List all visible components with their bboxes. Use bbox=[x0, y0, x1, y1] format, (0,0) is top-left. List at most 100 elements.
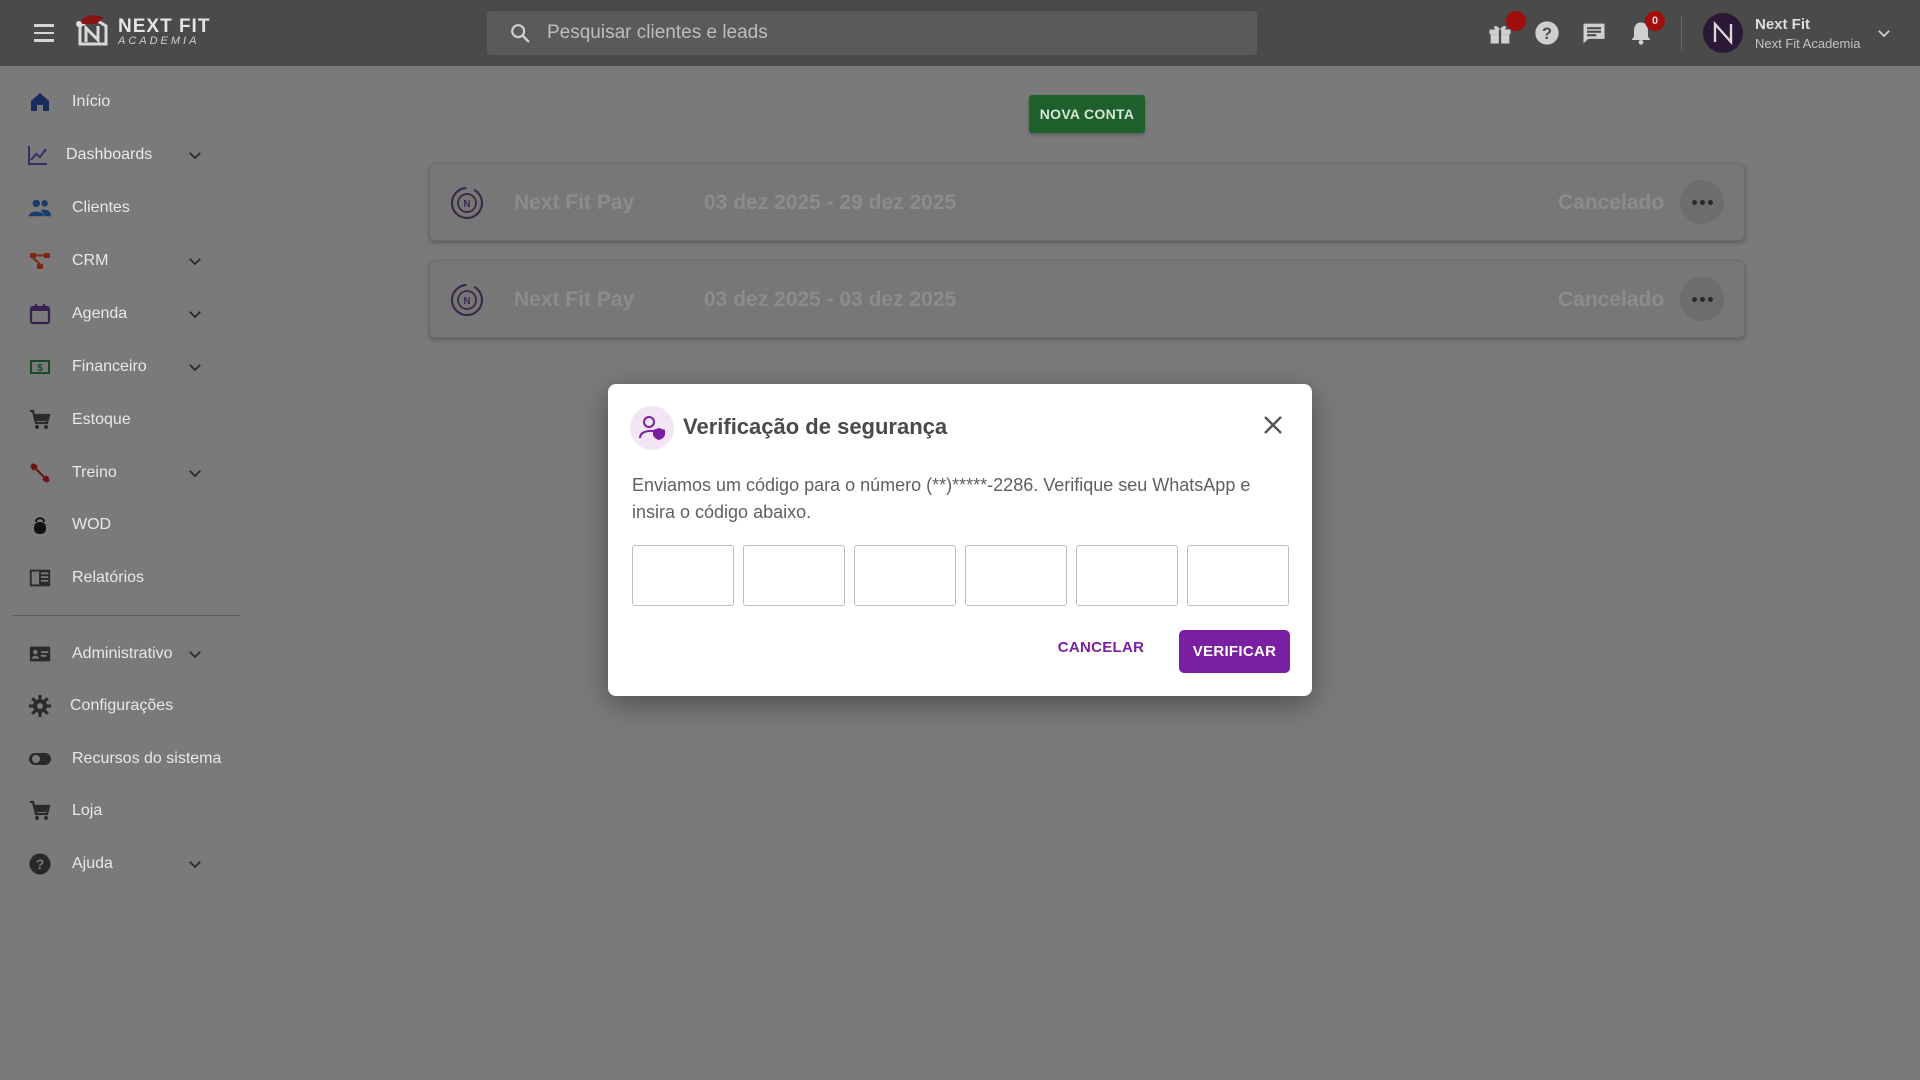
code-digit-input[interactable] bbox=[1187, 545, 1289, 606]
cart-icon bbox=[28, 408, 52, 432]
more-options-button[interactable] bbox=[1680, 277, 1724, 321]
account-card[interactable]: N Next Fit Pay 03 dez 2025 - 29 dez 2025… bbox=[429, 163, 1745, 241]
next-fit-logo-icon bbox=[74, 12, 112, 52]
code-digit-input[interactable] bbox=[965, 545, 1067, 606]
sidebar-item-label: WOD bbox=[72, 516, 112, 533]
chevron-down-icon bbox=[189, 258, 201, 266]
top-bar: NEXT FIT ACADEMIA ? 0 Next Fit Next Fit … bbox=[0, 0, 1920, 66]
logo-text: NEXT FIT bbox=[118, 16, 211, 37]
sidebar-item-administrativo[interactable]: Administrativo bbox=[0, 634, 242, 674]
search-bar[interactable] bbox=[487, 11, 1257, 55]
chart-line-icon bbox=[26, 143, 50, 167]
account-period: 03 dez 2025 - 29 dez 2025 bbox=[704, 191, 957, 214]
notification-count: 0 bbox=[1645, 11, 1665, 31]
code-digit-input[interactable] bbox=[632, 545, 734, 606]
security-verification-dialog: Verificação de segurança Enviamos um cód… bbox=[608, 384, 1312, 696]
sidebar-item-recursos-do-sistema[interactable]: Recursos do sistema bbox=[0, 739, 242, 779]
sidebar-item-label: Loja bbox=[72, 802, 103, 819]
close-icon[interactable] bbox=[1259, 411, 1287, 439]
user-name: Next Fit bbox=[1755, 15, 1811, 33]
more-options-button[interactable] bbox=[1680, 180, 1724, 224]
user-menu[interactable]: Next Fit Next Fit Academia bbox=[1703, 13, 1893, 53]
account-status: Cancelado bbox=[1558, 288, 1665, 311]
verify-button[interactable]: VERIFICAR bbox=[1179, 630, 1290, 673]
sidebar: Início Dashboards Clientes CRM Agenda $ … bbox=[0, 66, 242, 1080]
account-name: Next Fit Pay bbox=[514, 288, 635, 311]
sidebar-item-treino[interactable]: Treino bbox=[0, 453, 242, 493]
sidebar-item-dashboards[interactable]: Dashboards bbox=[0, 135, 242, 175]
account-status: Cancelado bbox=[1558, 191, 1665, 214]
new-account-button[interactable]: NOVA CONTA bbox=[1029, 95, 1145, 133]
topbar-divider bbox=[1681, 15, 1682, 51]
sidebar-item-estoque[interactable]: Estoque bbox=[0, 400, 242, 440]
sidebar-item-crm[interactable]: CRM bbox=[0, 241, 242, 281]
next-fit-logo-icon bbox=[1713, 20, 1733, 46]
user-subtitle: Next Fit Academia bbox=[1755, 35, 1861, 51]
dialog-title: Verificação de segurança bbox=[683, 414, 948, 439]
sidebar-item-label: Dashboards bbox=[66, 146, 153, 163]
sidebar-item-relatorios[interactable]: Relatórios bbox=[0, 558, 242, 598]
bell-icon[interactable]: 0 bbox=[1627, 11, 1665, 47]
help-icon: ? bbox=[28, 852, 52, 876]
account-name: Next Fit Pay bbox=[514, 191, 635, 214]
sidebar-item-label: Administrativo bbox=[72, 645, 173, 662]
sidebar-item-label: Relatórios bbox=[72, 569, 145, 586]
sidebar-divider bbox=[12, 615, 240, 616]
sidebar-item-label: Agenda bbox=[72, 305, 128, 322]
code-digit-input[interactable] bbox=[854, 545, 956, 606]
chevron-down-icon bbox=[189, 364, 201, 372]
sidebar-item-label: Recursos do sistema bbox=[72, 750, 222, 767]
sidebar-item-configuracoes[interactable]: Configurações bbox=[0, 686, 242, 726]
report-icon bbox=[28, 566, 52, 590]
help-icon[interactable]: ? bbox=[1533, 19, 1561, 47]
sidebar-item-ajuda[interactable]: ? Ajuda bbox=[0, 844, 242, 884]
cart-icon bbox=[28, 799, 52, 823]
dumbbell-icon bbox=[28, 461, 52, 485]
svg-text:N: N bbox=[463, 296, 470, 307]
crm-flow-icon bbox=[28, 249, 52, 273]
search-icon bbox=[511, 24, 530, 43]
sidebar-item-label: Ajuda bbox=[72, 855, 113, 872]
chevron-down-icon bbox=[1877, 30, 1890, 38]
sidebar-item-label: CRM bbox=[72, 252, 109, 269]
avatar bbox=[1703, 13, 1743, 53]
toggle-icon bbox=[28, 747, 52, 771]
svg-text:?: ? bbox=[36, 856, 45, 872]
calendar-icon bbox=[28, 302, 52, 326]
kettlebell-icon bbox=[28, 513, 52, 537]
cancel-button[interactable]: CANCELAR bbox=[1048, 630, 1154, 666]
money-icon: $ bbox=[28, 355, 52, 379]
account-period: 03 dez 2025 - 03 dez 2025 bbox=[704, 288, 957, 311]
code-digit-input[interactable] bbox=[1076, 545, 1178, 606]
sidebar-item-inicio[interactable]: Início bbox=[0, 82, 242, 122]
sidebar-item-loja[interactable]: Loja bbox=[0, 791, 242, 831]
chat-icon[interactable] bbox=[1580, 19, 1608, 47]
verification-code-inputs bbox=[632, 545, 1289, 606]
gear-icon bbox=[28, 694, 52, 718]
dialog-message: Enviamos um código para o número (**)***… bbox=[632, 475, 1251, 522]
sidebar-item-agenda[interactable]: Agenda bbox=[0, 294, 242, 334]
sidebar-item-clientes[interactable]: Clientes bbox=[0, 188, 242, 228]
chevron-down-icon bbox=[189, 152, 201, 160]
people-icon bbox=[28, 196, 52, 220]
sidebar-item-wod[interactable]: WOD bbox=[0, 505, 242, 545]
chevron-down-icon bbox=[189, 861, 201, 869]
gift-badge bbox=[1506, 11, 1526, 31]
search-input[interactable] bbox=[547, 22, 1227, 44]
gift-icon[interactable] bbox=[1486, 11, 1526, 47]
svg-text:$: $ bbox=[37, 363, 43, 374]
menu-icon[interactable] bbox=[26, 20, 62, 46]
sidebar-item-label: Configurações bbox=[70, 697, 174, 714]
home-icon bbox=[28, 90, 52, 114]
app-logo[interactable]: NEXT FIT ACADEMIA bbox=[74, 12, 210, 52]
sidebar-item-label: Estoque bbox=[72, 411, 131, 428]
account-card[interactable]: N Next Fit Pay 03 dez 2025 - 03 dez 2025… bbox=[429, 260, 1745, 338]
svg-text:N: N bbox=[463, 199, 470, 210]
chevron-down-icon bbox=[189, 470, 201, 478]
chevron-down-icon bbox=[189, 651, 201, 659]
id-card-icon bbox=[28, 642, 52, 666]
code-digit-input[interactable] bbox=[743, 545, 845, 606]
logo-subtext: ACADEMIA bbox=[118, 35, 200, 47]
sidebar-item-financeiro[interactable]: $ Financeiro bbox=[0, 347, 242, 387]
sidebar-item-label: Início bbox=[72, 93, 111, 110]
